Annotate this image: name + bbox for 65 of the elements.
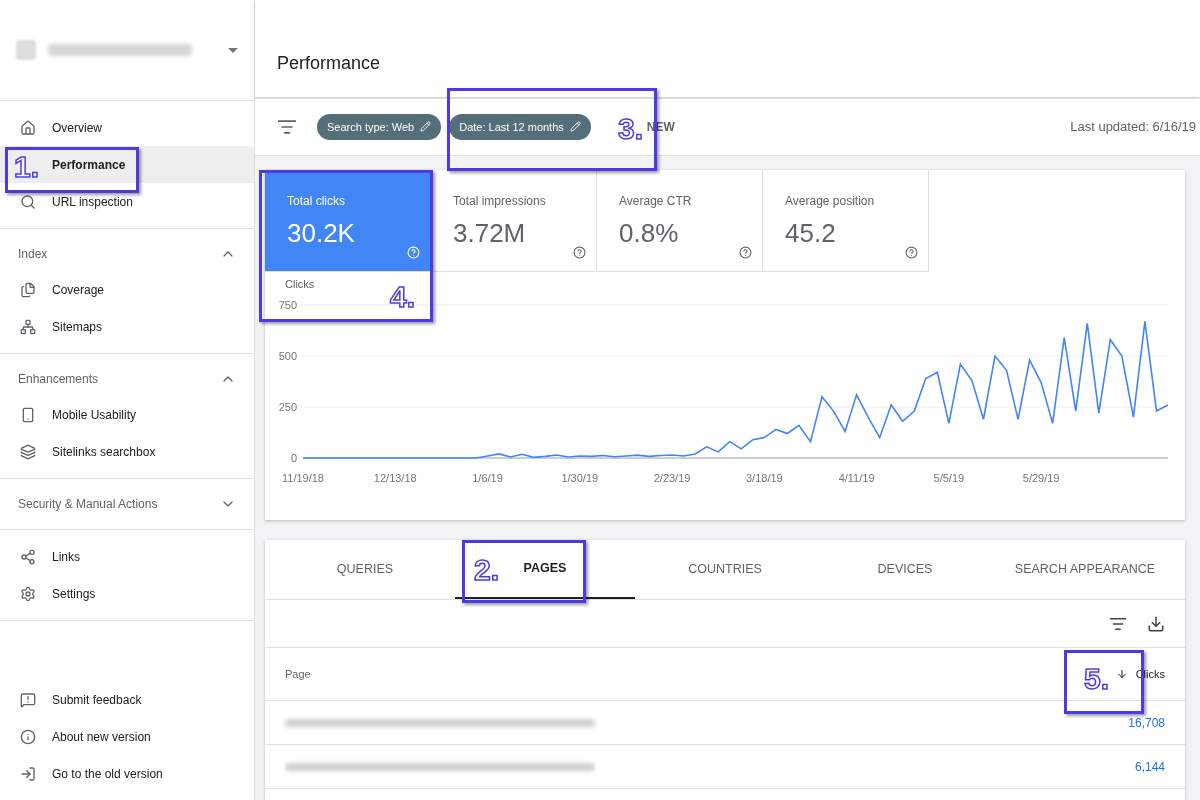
pages-icon	[20, 281, 36, 298]
y-tick-label: 500	[278, 349, 297, 362]
info-icon	[20, 728, 36, 745]
search-icon	[20, 193, 36, 210]
tab[interactable]: COUNTRIES	[635, 540, 815, 599]
filter-chip[interactable]: Date: Last 12 months	[449, 113, 591, 140]
help-icon[interactable]	[739, 246, 752, 259]
clicks-cell-text: 6,144	[1134, 758, 1165, 776]
nav-item[interactable]: Links	[0, 538, 254, 575]
help-icon[interactable]	[905, 246, 918, 259]
nav-item[interactable]: Settings	[0, 575, 254, 612]
tab[interactable]: SEARCH APPEARANCE	[995, 540, 1175, 599]
x-tick-label: 1/30/19	[561, 471, 599, 484]
x-tick-label: 4/11/19	[838, 471, 875, 484]
help-icon[interactable]	[573, 246, 586, 259]
tab[interactable]: QUERIES	[275, 540, 455, 599]
settings-icon	[20, 585, 36, 602]
layers-icon	[20, 443, 36, 460]
annotation-number: 4.	[390, 282, 416, 312]
page-title: Performance	[277, 51, 381, 75]
y-tick-label: 750	[278, 298, 297, 311]
annotation-number: 3.	[618, 114, 644, 144]
exit-icon	[20, 765, 36, 782]
home-icon	[20, 119, 36, 136]
nav-item[interactable]: Sitelinks searchbox	[0, 433, 254, 470]
nav-item[interactable]: Coverage	[0, 271, 254, 308]
column-header: Page	[285, 666, 311, 682]
x-tick-label: 5/5/19	[933, 471, 965, 484]
section-header[interactable]: Index	[0, 237, 254, 271]
metric-card[interactable]: Average position 45.2	[763, 170, 929, 272]
x-tick-label: 2/23/19	[653, 471, 691, 484]
x-tick-label: 11/19/18	[282, 471, 324, 484]
pencil-icon	[569, 121, 581, 133]
nav-item[interactable]: URL inspection	[0, 183, 254, 220]
filter-chip[interactable]: Search type: Web	[317, 113, 442, 140]
last-updated-text: Last updated: 6/16/19	[1070, 118, 1196, 137]
x-tick-label: 3/18/19	[746, 471, 783, 484]
annotation-number: 2.	[474, 555, 500, 585]
annotation-number: 5.	[1084, 664, 1110, 694]
footer-link[interactable]: Go to the old version	[0, 755, 254, 792]
series-label: Clicks	[284, 277, 316, 292]
phone-icon	[20, 406, 36, 423]
annotation-number: 1.	[14, 152, 40, 182]
feedback-icon	[20, 691, 36, 708]
clicks-cell-text: 16,708	[1128, 714, 1165, 732]
x-tick-label: 5/29/19	[1022, 471, 1060, 484]
nav-item[interactable]: Overview	[0, 109, 254, 146]
footer-link[interactable]: About new version	[0, 718, 254, 755]
section-header[interactable]: Security & Manual Actions	[0, 487, 254, 521]
tree-icon	[20, 318, 36, 335]
pencil-icon	[420, 121, 432, 133]
share-icon	[20, 548, 36, 565]
nav-item[interactable]: Sitemaps	[0, 308, 254, 345]
section-header[interactable]: Enhancements	[0, 362, 254, 396]
x-tick-label: 1/6/19	[472, 471, 503, 484]
nav-item[interactable]: Mobile Usability	[0, 396, 254, 433]
y-tick-label: 0	[290, 451, 297, 464]
x-tick-label: 12/13/18	[373, 471, 417, 484]
tab[interactable]: DEVICES	[815, 540, 995, 599]
metric-card[interactable]: Average CTR 0.8%	[597, 170, 763, 272]
sort-arrow-icon[interactable]	[1115, 668, 1128, 680]
footer-link[interactable]: Submit feedback	[0, 681, 254, 718]
y-tick-label: 250	[278, 400, 297, 413]
metric-card[interactable]: Total impressions 3.72M	[431, 170, 597, 272]
download-icon[interactable]	[1147, 614, 1165, 633]
